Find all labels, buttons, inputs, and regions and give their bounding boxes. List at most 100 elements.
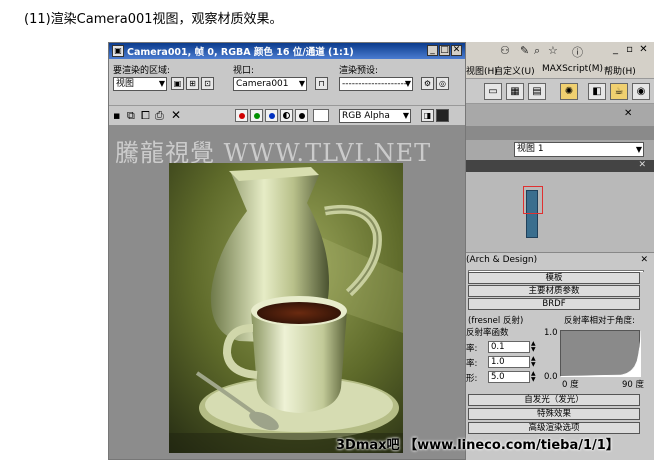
minimize-button[interactable]: _	[427, 45, 438, 56]
caption: (11)渲染Camera001视图，观察材质效果。	[24, 12, 283, 27]
green-channel-toggle[interactable]	[250, 109, 263, 122]
panel-close-icon[interactable]: ✕	[624, 108, 632, 119]
alpha-channel-toggle[interactable]	[280, 109, 293, 122]
save-icon[interactable]: ▪	[113, 109, 120, 122]
spinner-arrows-icon[interactable]: ▲ ▼	[531, 356, 537, 368]
spinner-arrows-icon[interactable]: ▲ ▼	[531, 371, 537, 383]
display-toggle-icon[interactable]: ◨	[421, 109, 434, 122]
search-icon[interactable]: ⌕	[534, 44, 540, 58]
chevron-down-icon: ▼	[402, 111, 409, 120]
row-1-label: 率:	[466, 359, 478, 369]
footer-watermark: 3Dmax吧 【www.lineco.com/tieba/1/1】	[336, 438, 619, 453]
render-frame-icon[interactable]: ◧	[588, 83, 606, 100]
row-2-label: 形:	[466, 374, 478, 384]
auto-region-icon[interactable]: ⊞	[186, 77, 199, 90]
menu-help[interactable]: 帮助(H)	[604, 64, 636, 77]
close-button[interactable]: ✕	[451, 45, 462, 56]
axis-left-label: 0 度	[562, 380, 579, 390]
chevron-down-icon: ▼	[404, 79, 411, 88]
schematic-icon[interactable]: ▦	[506, 83, 524, 100]
max-panel-header: ✕	[464, 104, 654, 126]
blue-dot-icon	[269, 113, 275, 119]
chevron-down-icon: ▼	[298, 79, 305, 88]
rollout-self-illumination[interactable]: 自发光（发光）	[468, 394, 640, 406]
close-button[interactable]: ✕	[638, 45, 649, 56]
chevron-down-icon: ▼	[158, 79, 165, 88]
material-type-label: (Arch & Design)	[466, 255, 538, 265]
binoculars-icon[interactable]: ⚇	[500, 44, 510, 57]
spinner-arrows-icon[interactable]: ▲ ▼	[531, 341, 537, 353]
max-main-toolbar: ▭ ▦ ▤ ✺ ◧ ☕ ◉	[464, 78, 654, 104]
material-editor-icon[interactable]: ▤	[528, 83, 546, 100]
lock-icon[interactable]: ⊓	[315, 77, 328, 90]
print-icon[interactable]: ⎙	[155, 109, 164, 123]
render-frame-window: ▣ Camera001, 帧 0, RGBA 颜色 16 位/通道 (1:1) …	[108, 42, 466, 460]
viewport-row: 视图 1 ▼	[464, 140, 654, 160]
material-params-panel: 模板 主要材质参数 BRDF (fresnel 反射) 反射率相对于角度: 反射…	[464, 272, 654, 460]
material-preview	[464, 172, 654, 252]
tools-icon[interactable]: ✎	[520, 44, 529, 57]
render-channel-toolbar: ▪ ⧉ ⧠ ⎙ ✕ RGB Alpha ▼ ◨	[109, 105, 465, 125]
area-dropdown[interactable]: 视图 ▼	[113, 77, 167, 91]
render-window-icon: ▣	[112, 45, 124, 57]
rollout-special-effects[interactable]: 特殊效果	[468, 408, 640, 420]
restore-button[interactable]: ▫	[624, 45, 635, 56]
brdf-content: (fresnel 反射) 反射率相对于角度: 反射率函数 率: 0.1 ▲ ▼ 率…	[464, 312, 654, 392]
screen: ⚇ ✎ ⌕ ☆ ⓘ _ ▫ ✕ 视图(H) 自定义(U) MAXScript(M…	[108, 42, 654, 460]
color-swatch[interactable]	[313, 109, 329, 122]
preview-selection	[523, 186, 543, 214]
channel-dropdown[interactable]: RGB Alpha ▼	[339, 109, 411, 123]
edit-region-icon[interactable]: ▣	[171, 77, 184, 90]
help-icon[interactable]: ⓘ	[572, 44, 583, 60]
fresnel-label: (fresnel 反射)	[468, 316, 524, 326]
dark-separator: ✕	[464, 160, 654, 172]
reflectivity-0-spinner[interactable]: 0.1	[488, 341, 530, 353]
copy-icon[interactable]: ⧉	[127, 109, 135, 123]
quick-render-icon[interactable]: ☕	[610, 83, 628, 100]
render-window-title: Camera001, 帧 0, RGBA 颜色 16 位/通道 (1:1)	[127, 47, 354, 58]
max-title-bar: ⚇ ✎ ⌕ ☆ ⓘ _ ▫ ✕	[464, 42, 654, 60]
reflectivity-90-spinner[interactable]: 1.0	[488, 356, 530, 368]
render-controls: 要渲染的区域: 视图 ▼ ▣ ⊞ ⊡ 视口: Camera001 ▼ ⊓ 渲染预设:…	[109, 59, 465, 105]
render-production-icon[interactable]: ◉	[632, 83, 650, 100]
clone-icon[interactable]: ⧠	[141, 109, 150, 123]
mono-icon	[299, 113, 305, 119]
rollout-main-params[interactable]: 主要材质参数	[468, 285, 640, 297]
green-dot-icon	[254, 113, 260, 119]
minimize-button[interactable]: _	[610, 45, 621, 56]
menu-maxscript[interactable]: MAXScript(M)	[542, 64, 603, 74]
rollout-advanced-rendering[interactable]: 高级渲染选项	[468, 422, 640, 434]
preset-dropdown[interactable]: -------------------- ▼	[339, 77, 413, 91]
close-icon[interactable]: ✕	[640, 255, 648, 265]
rollout-template[interactable]: 模板	[468, 272, 640, 284]
render-image	[169, 163, 403, 453]
close-icon[interactable]: ✕	[638, 160, 646, 170]
menu-customize[interactable]: 自定义(U)	[494, 64, 535, 77]
environment-icon[interactable]: ◎	[436, 77, 449, 90]
red-channel-toggle[interactable]	[235, 109, 248, 122]
curve-graph	[560, 330, 642, 378]
star-icon[interactable]: ☆	[548, 44, 558, 57]
alpha-display-icon[interactable]	[436, 109, 449, 122]
curve-label: 反射率相对于角度:	[564, 316, 635, 326]
axis-right-label: 90 度	[622, 380, 645, 390]
render-window-title-bar: ▣ Camera001, 帧 0, RGBA 颜色 16 位/通道 (1:1) …	[109, 43, 465, 59]
mono-toggle[interactable]	[295, 109, 308, 122]
render-setup-icon[interactable]: ✺	[560, 83, 578, 100]
curve-bottom-value: 0.0	[544, 372, 558, 382]
rollout-brdf[interactable]: BRDF	[468, 298, 640, 310]
region-select-icon[interactable]: ⊡	[201, 77, 214, 90]
blue-channel-toggle[interactable]	[265, 109, 278, 122]
row-0-label: 率:	[466, 344, 478, 354]
viewport-dropdown[interactable]: Camera001 ▼	[233, 77, 307, 91]
chevron-down-icon: ▼	[635, 145, 642, 154]
clear-icon[interactable]: ✕	[171, 108, 181, 122]
curve-shape-spinner[interactable]: 5.0	[488, 371, 530, 383]
maximize-button[interactable]: □	[439, 45, 450, 56]
rendered-scene	[169, 163, 403, 453]
max-spacer	[464, 126, 654, 140]
viewport-select[interactable]: 视图 1 ▼	[514, 142, 644, 157]
reflectance-curve	[560, 330, 642, 378]
curve-editor-icon[interactable]: ▭	[484, 83, 502, 100]
render-setup-icon[interactable]: ⚙	[421, 77, 434, 90]
